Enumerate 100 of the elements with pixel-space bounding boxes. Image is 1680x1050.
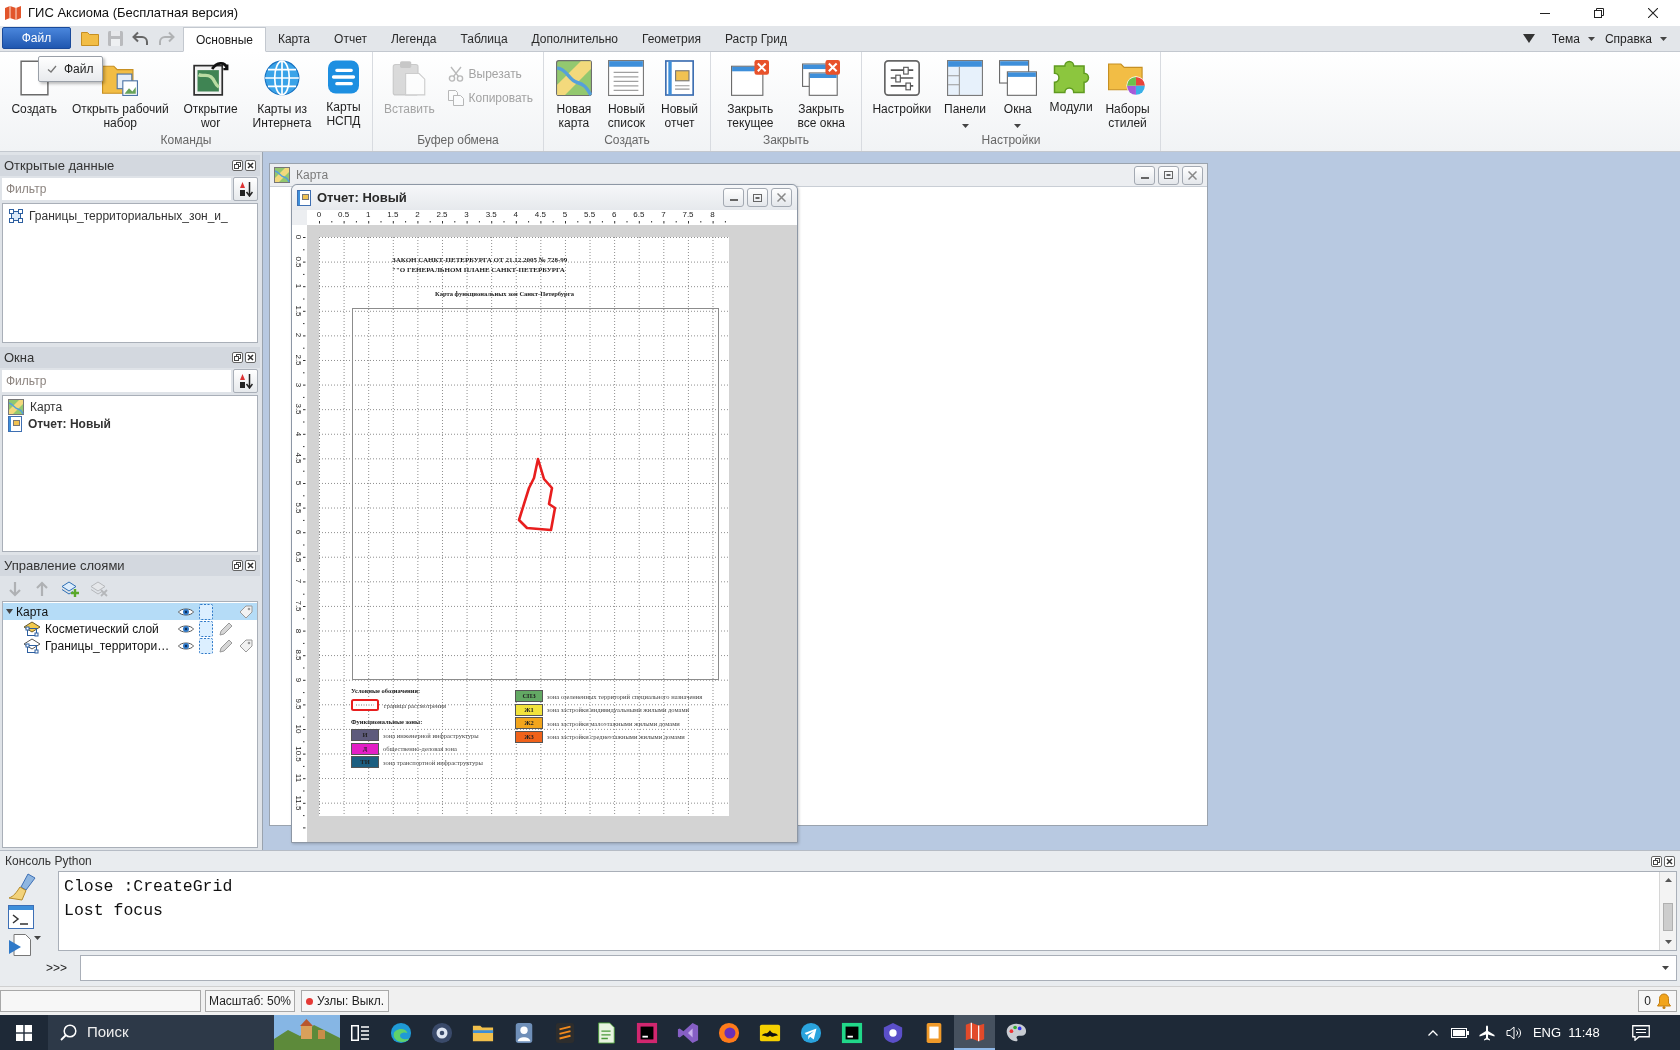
- ribbon-tab[interactable]: Карта: [265, 27, 323, 51]
- close-icon[interactable]: [245, 560, 256, 571]
- sort-button[interactable]: [233, 177, 258, 201]
- clock-time[interactable]: 11:48: [1567, 1022, 1601, 1043]
- search-input[interactable]: Поиск: [87, 1021, 264, 1044]
- filter-field[interactable]: Фильтр: [2, 178, 231, 200]
- ruler-label: 1.5: [294, 305, 302, 317]
- eye-icon[interactable]: [178, 640, 194, 651]
- filter-field[interactable]: Фильтр: [2, 370, 231, 392]
- scrollbar-thumb[interactable]: [1663, 903, 1673, 931]
- ribbon-button[interactable]: Новая карта: [552, 60, 595, 130]
- layer-name[interactable]: Косметический слой: [45, 619, 159, 638]
- ribbon-tab[interactable]: Геометрия: [630, 27, 713, 51]
- ribbon-button[interactable]: Наборы стилей: [1102, 60, 1153, 130]
- battery-icon[interactable]: [1450, 1027, 1469, 1038]
- run-script-button[interactable]: [8, 933, 41, 957]
- clear-button[interactable]: [8, 873, 36, 901]
- close-icon[interactable]: [245, 352, 256, 363]
- report-icon: [665, 60, 694, 96]
- ribbon-button[interactable]: Новый отчет: [658, 60, 702, 130]
- window-list-item[interactable]: Карта: [3, 398, 257, 415]
- terminal-button[interactable]: [8, 905, 34, 929]
- menu-button[interactable]: Справка: [1599, 29, 1672, 48]
- selection-icon[interactable]: [199, 620, 213, 637]
- ribbon-tab[interactable]: Легенда: [378, 27, 449, 51]
- taskbar-app-button[interactable]: [954, 1015, 995, 1050]
- eye-icon[interactable]: [178, 606, 194, 617]
- layer-row[interactable]: Границы_территори…: [3, 637, 257, 654]
- ribbon-button[interactable]: Модули: [1046, 60, 1096, 114]
- scroll-up-icon: [1664, 878, 1672, 882]
- ribbon-tab[interactable]: Растр Грид: [712, 27, 799, 51]
- layer-row[interactable]: Карта: [3, 603, 257, 620]
- float-icon[interactable]: [232, 352, 243, 363]
- float-icon[interactable]: [1651, 855, 1662, 867]
- arrow-down-icon: [7, 580, 23, 597]
- ribbon-button[interactable]: Открытие wor: [180, 60, 241, 130]
- ribbon-button[interactable]: Карты НСПД: [323, 60, 364, 128]
- search-field[interactable]: Поиск: [48, 1015, 340, 1050]
- sort-button[interactable]: [233, 369, 258, 393]
- minimize-icon: [1140, 176, 1149, 179]
- float-icon[interactable]: [232, 560, 243, 571]
- window-list-item[interactable]: Отчет: Новый: [3, 415, 257, 432]
- language-indicator[interactable]: ENG: [1527, 1022, 1567, 1043]
- ruler-label: 1.5: [387, 211, 399, 219]
- clipboard-icon: [392, 60, 427, 96]
- caret-icon: [1587, 36, 1595, 41]
- ribbon-button[interactable]: Панели: [941, 60, 989, 128]
- sort-icon: [238, 181, 253, 197]
- float-icon[interactable]: [232, 160, 243, 171]
- ribbon-button[interactable]: Карты из Интернета: [249, 60, 315, 130]
- ribbon-tab[interactable]: Основные: [183, 27, 266, 52]
- ribbon-button[interactable]: Настройки: [869, 60, 935, 116]
- window-close-icon: [731, 60, 770, 96]
- ribbon-button[interactable]: Закрыть текущее: [724, 60, 777, 130]
- ruler-label: 6.5: [633, 211, 645, 219]
- undo-arrow-icon: [132, 31, 149, 46]
- eye-icon[interactable]: [178, 623, 194, 634]
- boundary-symbol-icon: [351, 699, 379, 711]
- airplane-icon[interactable]: [1478, 1024, 1495, 1041]
- layer-row[interactable]: Косметический слой: [3, 620, 257, 637]
- selection-icon[interactable]: [199, 637, 213, 654]
- bell-icon[interactable]: [1657, 993, 1671, 1009]
- triangle-icon[interactable]: [1522, 34, 1535, 43]
- ribbon-button[interactable]: Закрыть все окна: [794, 60, 848, 130]
- layer-tool-button[interactable]: [61, 580, 79, 597]
- close-icon[interactable]: [1664, 855, 1675, 867]
- ribbon-tab[interactable]: Дополнительно: [519, 27, 630, 51]
- ruler-label: 6.5: [294, 551, 302, 563]
- remove-layer-icon: [90, 580, 108, 597]
- minimize-button[interactable]: [723, 188, 744, 207]
- minimize-icon: [729, 199, 738, 201]
- ruler-label: 0.5: [294, 256, 302, 268]
- minimize-button[interactable]: [1134, 165, 1155, 185]
- ruler-label: 0: [294, 234, 302, 240]
- layer-name[interactable]: Карта: [16, 602, 49, 621]
- windows-logo-icon: [16, 1024, 32, 1041]
- layer-name[interactable]: Границы_территори…: [45, 636, 170, 655]
- tag-icon[interactable]: [239, 638, 253, 653]
- pencil-icon[interactable]: [219, 621, 233, 636]
- ruler-label: 3: [294, 382, 302, 387]
- close-button[interactable]: [1182, 165, 1203, 185]
- ribbon-button[interactable]: Окна: [995, 60, 1040, 128]
- chevron-up-icon[interactable]: [1427, 1029, 1438, 1036]
- console-input[interactable]: [80, 955, 1677, 981]
- caret-icon[interactable]: [6, 609, 13, 614]
- selection-icon[interactable]: [199, 603, 213, 620]
- ribbon-button[interactable]: Новый список: [604, 60, 649, 130]
- close-icon[interactable]: [245, 160, 256, 171]
- speaker-icon[interactable]: [1505, 1025, 1522, 1040]
- pencil-icon[interactable]: [219, 638, 233, 653]
- ribbon-tab[interactable]: Отчет: [322, 27, 379, 51]
- close-button[interactable]: [771, 188, 792, 207]
- windows-close-icon: [802, 60, 841, 96]
- toolbar-button[interactable]: [132, 31, 149, 46]
- data-list-item[interactable]: Границы_территориальных_зон_и_: [3, 207, 257, 225]
- panel-title: Открытые данные: [4, 156, 115, 175]
- menu-button[interactable]: Тема: [1546, 29, 1600, 48]
- ribbon-tab[interactable]: Таблица: [448, 27, 520, 51]
- ruler-label: 3.5: [294, 403, 302, 415]
- file-menu-button[interactable]: Файл: [2, 27, 71, 49]
